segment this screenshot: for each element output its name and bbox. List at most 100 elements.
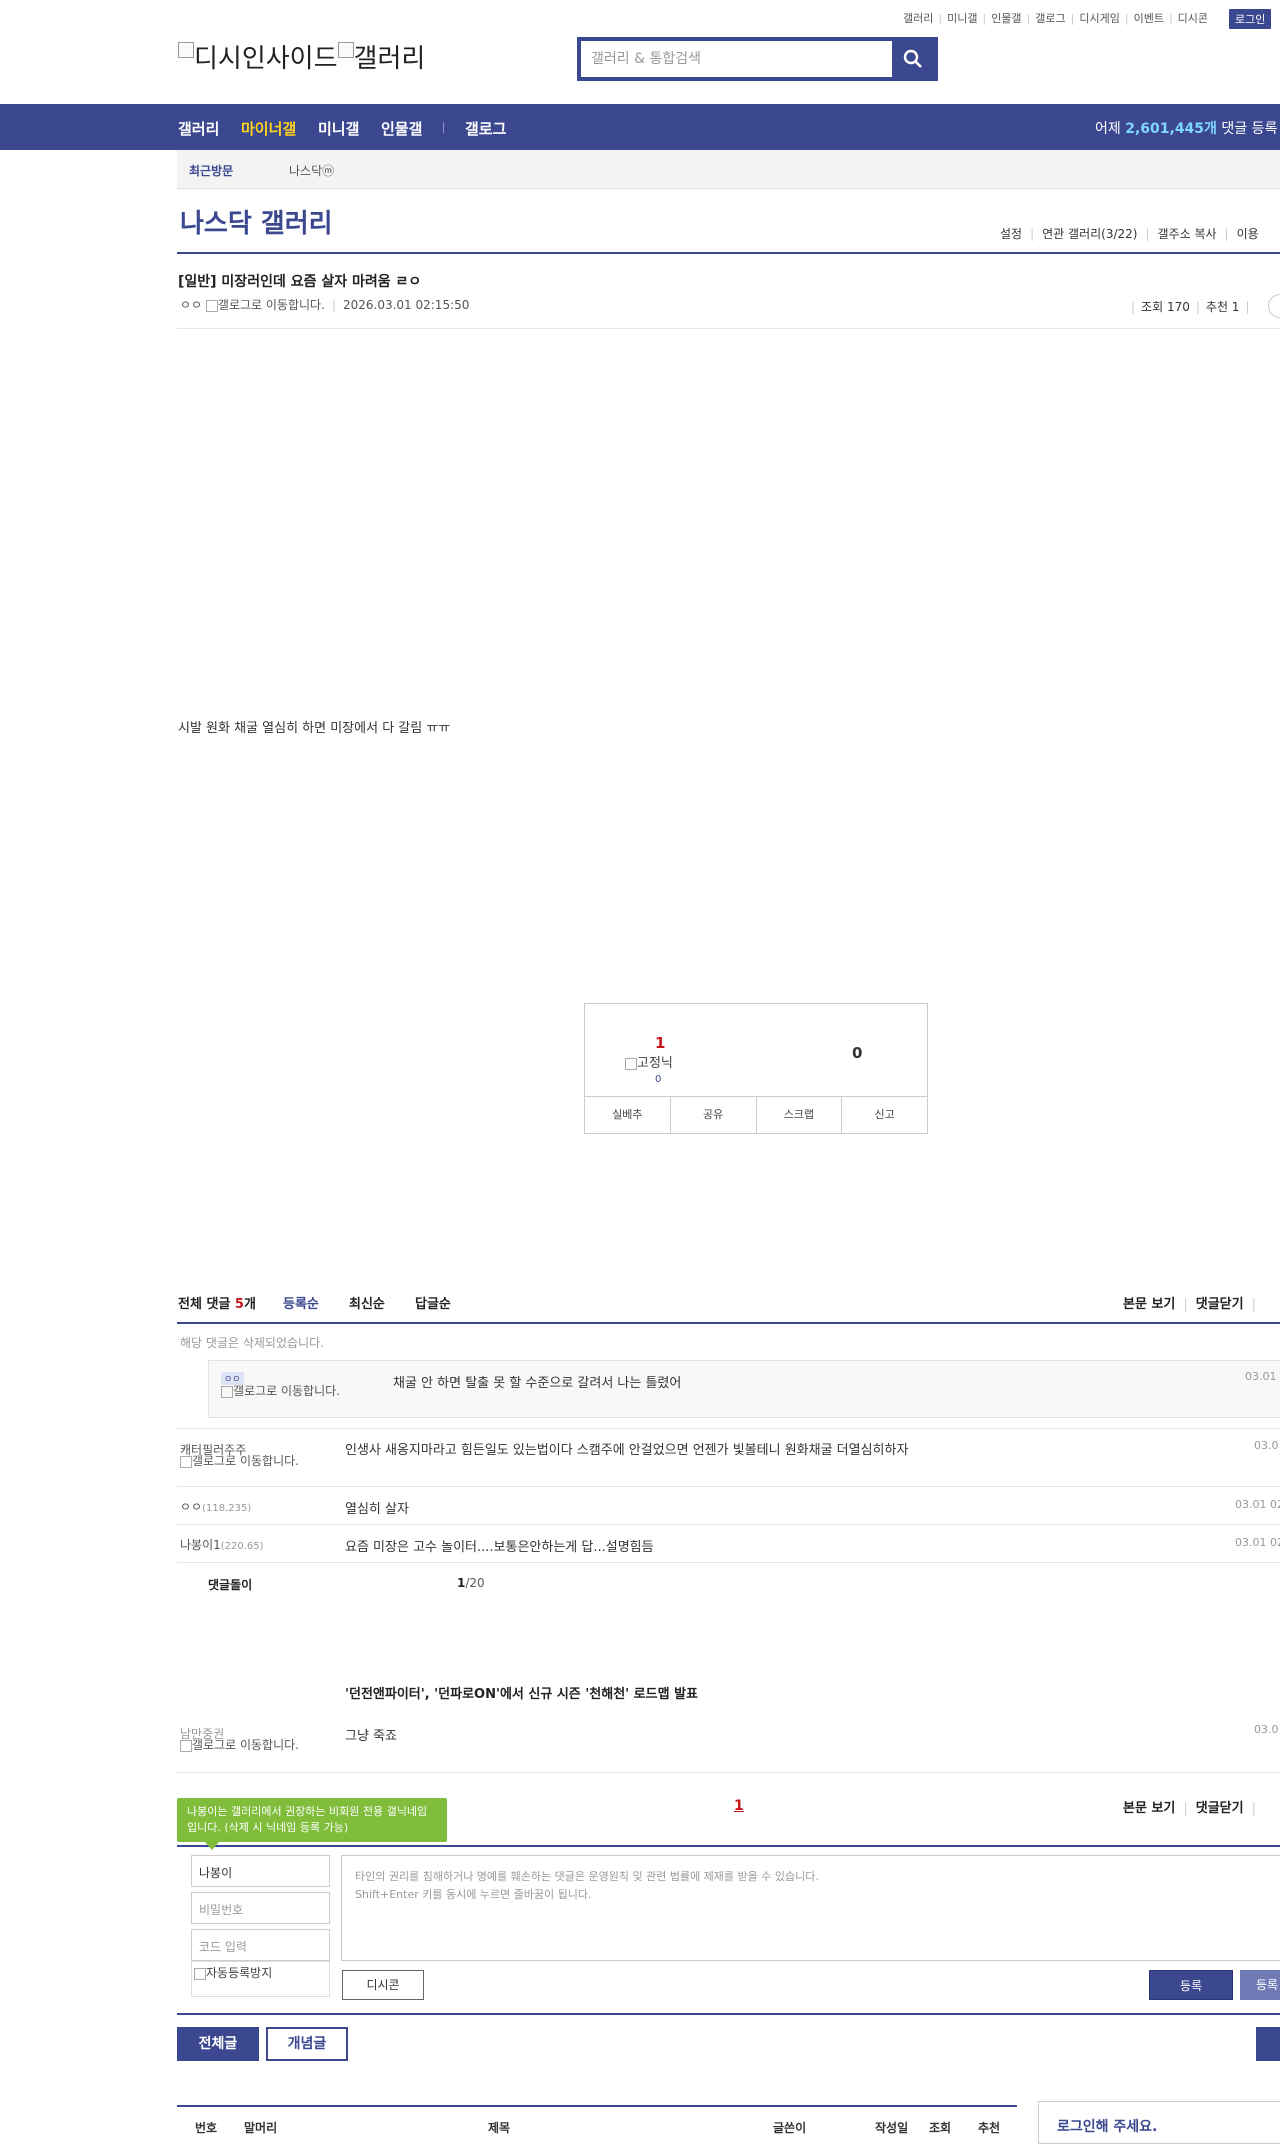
close-comments-button[interactable]: 댓글닫기 xyxy=(1196,1801,1244,1816)
nav-divider xyxy=(443,122,444,133)
comment-nick-image[interactable]: 갤로그로 이동합니다. xyxy=(221,1385,351,1398)
yesterday-comment-stat: 어제 2,601,445개 댓글 등록 xyxy=(1095,118,1277,138)
comment-text: 요즘 미장은 고수 놀이터....보통은안하는게 답...설명힘듬 xyxy=(345,1540,654,1555)
comment-textarea[interactable]: 타인의 권리를 침해하거나 명예를 훼손하는 댓글은 운영원칙 및 관련 법률에… xyxy=(341,1855,1280,1961)
sort-by-replies[interactable]: 답글순 xyxy=(415,1293,451,1312)
nickname-field[interactable]: 나봉이 xyxy=(191,1855,330,1887)
submit-recommend-button[interactable]: 등록 xyxy=(1240,1970,1280,2000)
top-link-gallog[interactable]: 갤로그 xyxy=(1035,12,1065,25)
post-author[interactable]: ㅇㅇ xyxy=(180,298,202,312)
divider xyxy=(177,1524,1280,1525)
deleted-comment: 해당 댓글은 삭제되었습니다. xyxy=(180,1336,324,1350)
recent-visit-item[interactable]: 나스닥ⓜ xyxy=(289,162,334,179)
scrap-button[interactable]: 스크랩 xyxy=(757,1097,843,1133)
col-title: 제목 xyxy=(488,2121,511,2135)
nick-ip: (220.65) xyxy=(220,1541,264,1552)
post-recommends: 추천 1 xyxy=(1205,300,1240,314)
top-link-gallery[interactable]: 갤러리 xyxy=(903,12,933,25)
nav-person-gallery[interactable]: 인물갤 xyxy=(381,118,422,139)
top-link-mini[interactable]: 미니갤 xyxy=(947,12,977,25)
gallery-menu: 설정 | 연관 갤러리(3/22) | 갤주소 복사 | 이용 xyxy=(1000,227,1259,241)
comment-page-1[interactable]: 1 xyxy=(734,1798,744,1814)
report-button[interactable]: 신고 xyxy=(842,1097,927,1133)
related-gallery-link[interactable]: 연관 갤러리(3/22) xyxy=(1042,227,1137,241)
sort-by-latest[interactable]: 최신순 xyxy=(349,1293,385,1312)
divider xyxy=(177,1486,1280,1487)
password-field[interactable]: 비밀번호 xyxy=(191,1892,330,1924)
stat-suffix: 댓글 등록 xyxy=(1221,121,1278,137)
divider xyxy=(177,252,1280,254)
post-option-button[interactable] xyxy=(1268,294,1280,318)
author-gallog-alt[interactable]: 갤로그로 이동합니다. xyxy=(218,298,325,312)
news-headline[interactable]: '던전앤파이터', '던파로ON'에서 신규 시즌 '천해천' 로드맵 발표 xyxy=(345,1683,698,1702)
sort-by-registration[interactable]: 등록순 xyxy=(283,1293,319,1312)
copy-gallery-url-link[interactable]: 갤주소 복사 xyxy=(1158,227,1217,241)
site-logo[interactable]: 디시인사이드 갤러리 xyxy=(178,38,425,75)
fixed-nick-recommend[interactable]: 고정닉 xyxy=(625,1052,673,1071)
comment-count-label: 전체 댓글 xyxy=(178,1297,231,1312)
share-button[interactable]: 공유 xyxy=(671,1097,757,1133)
tab-recommended-posts[interactable]: 개념글 xyxy=(266,2027,348,2061)
recent-visit-label[interactable]: 최근방문 xyxy=(189,162,233,179)
captcha-image: 자동등록방지 xyxy=(191,1961,330,1997)
col-number: 번호 xyxy=(195,2121,218,2135)
tab-all-posts[interactable]: 전체글 xyxy=(177,2027,259,2061)
close-comments-button[interactable]: 댓글닫기 xyxy=(1196,1297,1244,1312)
view-post-button[interactable]: 본문 보기 xyxy=(1123,1801,1175,1816)
login-button[interactable]: 로그인 xyxy=(1229,9,1272,29)
top-link-game[interactable]: 디시게임 xyxy=(1079,12,1119,25)
fixed-nick-alt: 고정닉 xyxy=(637,1056,673,1071)
nav-minor-gallery[interactable]: 마이너갤 xyxy=(241,118,296,139)
main-nav: 갤러리 마이너갤 미니갤 인물갤 갤로그 어제 2,601,445개 댓글 등록 xyxy=(0,104,1280,150)
post-date: 2026.03.01 02:15:50 xyxy=(342,298,470,312)
pager-total: /20 xyxy=(465,1576,485,1590)
comment-nick-image[interactable]: 갤로그로 이동합니다. xyxy=(180,1455,310,1468)
captcha-code-field[interactable]: 코드 입력 xyxy=(191,1929,330,1961)
real-best-button[interactable]: 실베추 xyxy=(585,1097,671,1133)
search-box xyxy=(577,37,938,81)
post-list-header: 번호 말머리 제목 글쓴이 작성일 조회 추천 xyxy=(177,2105,1017,2144)
post-meta: ㅇㅇ 갤로그로 이동합니다. | 2026.03.01 02:15:50 xyxy=(180,298,470,312)
col-recommend: 추천 xyxy=(978,2121,1001,2135)
login-prompt[interactable]: 로그인해 주세요. xyxy=(1057,2116,1157,2136)
comment-count: 전체 댓글 5개 xyxy=(178,1293,256,1312)
nickname-tooltip: 나봉이는 갤러리에서 권장하는 비회원 전용 갤닉네임입니다. (삭제 시 닉네… xyxy=(177,1798,447,1850)
nick-alt: 갤로그로 이동합니다. xyxy=(192,1454,299,1468)
post-title: [일반] 미장러인데 요즘 살자 마려움 ㄹㅇ xyxy=(178,274,422,290)
nick-alt: 갤로그로 이동합니다. xyxy=(233,1384,340,1398)
search-button[interactable] xyxy=(892,41,934,77)
comment-date: 03.0 xyxy=(1254,1439,1279,1452)
divider xyxy=(177,328,1280,329)
logo-gallery-alt: 갤러리 xyxy=(353,44,426,74)
view-post-button[interactable]: 본문 보기 xyxy=(1123,1297,1175,1312)
comment-nick[interactable]: ㅇㅇ(118.235) xyxy=(180,1498,251,1515)
comment-nick[interactable]: 나봉이1(220.65) xyxy=(180,1536,264,1553)
post-views: 조회 170 xyxy=(1141,300,1190,314)
nick-name: 나봉이1 xyxy=(180,1538,221,1552)
nav-gallog[interactable]: 갤로그 xyxy=(465,118,506,139)
submit-comment-button[interactable]: 등록 xyxy=(1149,1970,1233,2000)
comment-footer-actions: 본문 보기 | 댓글닫기 | xyxy=(1123,1801,1256,1816)
gallery-usage-link[interactable]: 이용 xyxy=(1237,227,1259,241)
nav-mini-gallery[interactable]: 미니갤 xyxy=(318,118,359,139)
broken-image-icon xyxy=(180,1455,192,1468)
comment-text: 그냥 죽죠 xyxy=(345,1729,397,1744)
top-utility-links: 갤러리 | 미니갤 | 인물갤 | 갤로그 | 디시게임 | 이벤트 | 디시콘 xyxy=(903,12,1209,25)
top-link-dccon[interactable]: 디시콘 xyxy=(1178,12,1208,25)
search-input[interactable] xyxy=(581,41,901,77)
search-icon xyxy=(903,49,922,68)
gallery-title[interactable]: 나스닥 갤러리 xyxy=(180,203,333,240)
textarea-notice-1: 타인의 권리를 침해하거나 명예를 훼손하는 댓글은 운영원칙 및 관련 법률에… xyxy=(355,1870,819,1883)
downvote-count[interactable]: 0 xyxy=(852,1044,862,1062)
top-link-event[interactable]: 이벤트 xyxy=(1134,12,1164,25)
comment-pager: 1/20 xyxy=(457,1576,485,1590)
dolly-label[interactable]: 댓글돌이 xyxy=(208,1576,252,1593)
comment-text: 열심히 살자 xyxy=(345,1502,409,1517)
comment-nick-image[interactable]: 갤로그로 이동합니다. xyxy=(180,1739,310,1752)
top-link-person[interactable]: 인물갤 xyxy=(991,12,1021,25)
nav-gallery[interactable]: 갤러리 xyxy=(178,118,219,139)
write-post-button[interactable] xyxy=(1256,2027,1280,2061)
gallery-settings-link[interactable]: 설정 xyxy=(1000,227,1022,241)
dccon-button[interactable]: 디시콘 xyxy=(342,1970,424,2000)
comment-count-unit: 개 xyxy=(243,1297,256,1312)
